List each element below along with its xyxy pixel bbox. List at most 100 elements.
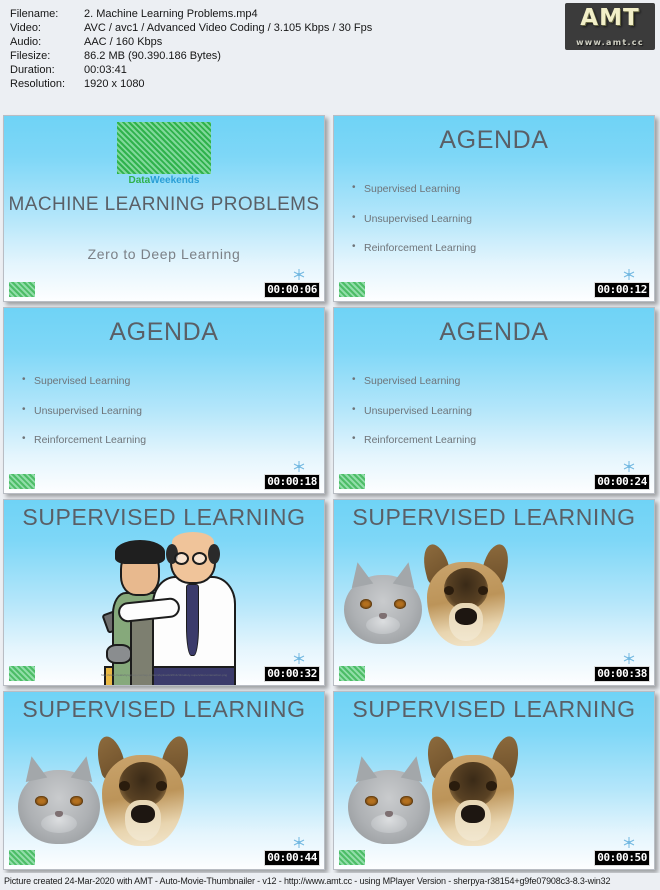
thumbnail-slide-supervised-pets[interactable]: SUPERVISED LEARNING xyxy=(333,691,655,870)
dog-eye-right-shape xyxy=(477,586,489,595)
cat-nose-shape xyxy=(54,810,64,817)
info-key-video: Video: xyxy=(10,22,41,34)
dog-image xyxy=(93,733,193,846)
agenda-bullet-item: Reinforcement Learning xyxy=(22,434,146,446)
cat-nose-shape xyxy=(384,810,394,817)
info-key-filesize: Filesize: xyxy=(10,50,51,62)
corner-logo-icon xyxy=(9,666,35,681)
amt-logo: AMT www.amt.cc xyxy=(565,3,655,50)
thumbnail-grid: DataWeekends MACHINE LEARNING PROBLEMS Z… xyxy=(0,113,660,873)
info-value-audio: AAC / 160 Kbps xyxy=(84,36,163,48)
info-row-filesize: Filesize: 86.2 MB (90.390.186 Bytes) xyxy=(10,50,372,64)
cat-eye-left-shape xyxy=(365,795,378,807)
logo-word-data: Data xyxy=(128,175,151,186)
agenda-bullet-list: Supervised Learning Unsupervised Learnin… xyxy=(22,375,146,465)
corner-logo-icon xyxy=(9,282,35,297)
worker-hair-shape xyxy=(115,540,165,564)
info-value-video: AVC / avc1 / Advanced Video Coding / 3.1… xyxy=(84,22,373,34)
data-weekends-logo-icon: DataWeekends xyxy=(117,122,211,186)
timestamp-badge: 00:00:44 xyxy=(264,850,320,866)
agenda-bullet-item: Supervised Learning xyxy=(352,375,476,387)
slide-title: SUPERVISED LEARNING xyxy=(352,696,636,722)
thumbnail-cell[interactable]: AGENDA Supervised Learning Unsupervised … xyxy=(330,113,660,305)
thumbnail-cell[interactable]: SUPERVISED LEARNING xyxy=(0,497,330,689)
cat-nose-shape xyxy=(379,612,387,619)
dog-eye-left-shape xyxy=(443,586,455,595)
thumbnail-slide-title[interactable]: DataWeekends MACHINE LEARNING PROBLEMS Z… xyxy=(3,115,325,302)
media-info-table: Filename: 2. Machine Learning Problems.m… xyxy=(10,8,372,92)
thumbnail-slide-supervised-pets[interactable]: SUPERVISED LEARNING xyxy=(3,691,325,870)
timestamp-badge: 00:00:12 xyxy=(594,282,650,298)
agenda-bullet-item: Unsupervised Learning xyxy=(22,405,146,417)
info-row-video: Video: AVC / avc1 / Advanced Video Codin… xyxy=(10,22,372,36)
dog-nose-shape xyxy=(131,804,155,824)
thumbnail-cell[interactable]: SUPERVISED LEARNING xyxy=(330,497,660,689)
thumbnail-slide-agenda[interactable]: AGENDA Supervised Learning Unsupervised … xyxy=(3,307,325,494)
agenda-bullet-item: Supervised Learning xyxy=(22,375,146,387)
corner-logo-icon xyxy=(339,474,365,489)
thumbnail-slide-agenda[interactable]: AGENDA Supervised Learning Unsupervised … xyxy=(333,307,655,494)
supervisor-glasses-left-icon xyxy=(174,552,189,565)
slide-title: SUPERVISED LEARNING xyxy=(22,696,306,722)
worker-glove-shape xyxy=(106,644,132,664)
info-value-filesize: 86.2 MB (90.390.186 Bytes) xyxy=(84,50,221,62)
dog-nose-shape xyxy=(454,608,478,625)
amt-logo-url: www.amt.cc xyxy=(576,38,644,47)
thumbnail-cell[interactable]: SUPERVISED LEARNING xyxy=(0,689,330,873)
logo-word-weekends: Weekends xyxy=(150,175,200,186)
supervisor-illustration xyxy=(82,518,272,685)
info-value-duration: 00:03:41 xyxy=(84,64,127,76)
cat-image xyxy=(348,753,430,844)
snowflake-icon xyxy=(293,653,305,664)
cat-eye-right-shape xyxy=(400,795,413,807)
cat-image xyxy=(18,753,100,844)
thumbnail-slide-supervised-cartoon[interactable]: SUPERVISED LEARNING http://www.creativit… xyxy=(3,499,325,686)
dog-eye-right-shape xyxy=(485,781,497,791)
snowflake-icon xyxy=(623,461,635,472)
info-value-resolution: 1920 x 1080 xyxy=(84,78,145,90)
thumbnail-cell[interactable]: AGENDA Supervised Learning Unsupervised … xyxy=(330,305,660,497)
amt-logo-wordmark: AMT xyxy=(580,5,640,31)
cat-ear-left-shape xyxy=(346,559,373,589)
agenda-bullet-list: Supervised Learning Unsupervised Learnin… xyxy=(352,375,476,465)
cat-ear-left-shape xyxy=(20,753,48,783)
timestamp-badge: 00:00:24 xyxy=(594,474,650,490)
corner-logo-icon xyxy=(9,474,35,489)
corner-logo-icon xyxy=(9,850,35,865)
dog-nose-shape xyxy=(461,804,485,824)
corner-logo-icon xyxy=(339,850,365,865)
thumbnail-cell[interactable]: DataWeekends MACHINE LEARNING PROBLEMS Z… xyxy=(0,113,330,305)
thumbnail-cell[interactable]: AGENDA Supervised Learning Unsupervised … xyxy=(0,305,330,497)
thumbnail-cell[interactable]: SUPERVISED LEARNING xyxy=(330,689,660,873)
snowflake-icon xyxy=(623,837,635,848)
supervisor-tie-shape xyxy=(186,584,199,656)
cat-eye-right-shape xyxy=(393,598,406,609)
agenda-bullet-item: Reinforcement Learning xyxy=(352,242,476,254)
info-key-resolution: Resolution: xyxy=(10,78,66,90)
agenda-bullet-list: Supervised Learning Unsupervised Learnin… xyxy=(352,183,476,273)
slide-title: AGENDA xyxy=(439,318,549,346)
cat-eye-right-shape xyxy=(70,795,83,807)
cat-ear-left-shape xyxy=(350,753,378,783)
timestamp-badge: 00:00:50 xyxy=(594,850,650,866)
thumbnail-slide-agenda[interactable]: AGENDA Supervised Learning Unsupervised … xyxy=(333,115,655,302)
slide-title: SUPERVISED LEARNING xyxy=(352,504,636,530)
dog-image xyxy=(419,541,513,646)
info-row-audio: Audio: AAC / 160 Kbps xyxy=(10,36,372,50)
timestamp-badge: 00:00:38 xyxy=(594,666,650,682)
info-row-resolution: Resolution: 1920 x 1080 xyxy=(10,78,372,92)
snowflake-icon xyxy=(293,461,305,472)
info-key-duration: Duration: xyxy=(10,64,55,76)
snowflake-icon xyxy=(623,269,635,280)
cat-image xyxy=(344,559,422,644)
snowflake-icon xyxy=(293,837,305,848)
dog-image xyxy=(423,733,523,846)
info-row-filename: Filename: 2. Machine Learning Problems.m… xyxy=(10,8,372,22)
thumbnail-slide-supervised-pets[interactable]: SUPERVISED LEARNING xyxy=(333,499,655,686)
snowflake-icon xyxy=(623,653,635,664)
data-weekends-logo-text: DataWeekends xyxy=(117,175,211,186)
corner-logo-icon xyxy=(339,282,365,297)
corner-logo-icon xyxy=(339,666,365,681)
agenda-bullet-item: Unsupervised Learning xyxy=(352,213,476,225)
agenda-bullet-item: Reinforcement Learning xyxy=(352,434,476,446)
